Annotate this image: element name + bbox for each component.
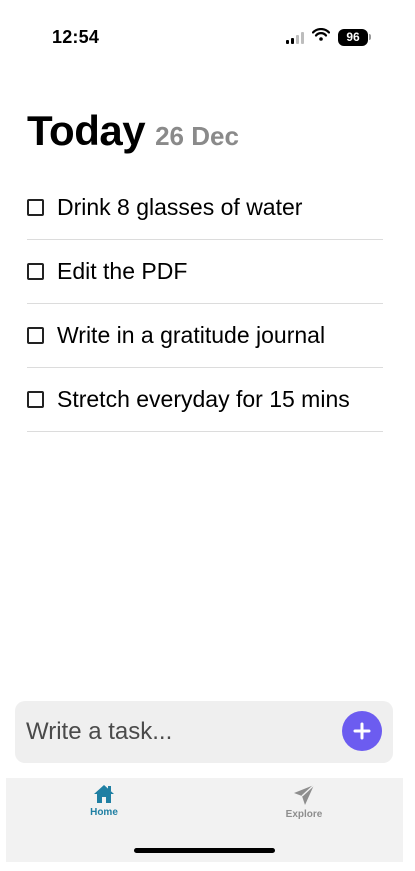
task-checkbox[interactable]: [27, 327, 44, 344]
task-input-bar: [15, 701, 393, 763]
page-title: Today: [27, 107, 146, 154]
task-input[interactable]: [26, 715, 326, 749]
status-time: 12:54: [52, 27, 100, 47]
task-label: Edit the PDF: [57, 258, 188, 284]
page-header: Today 26 Dec: [27, 107, 239, 155]
status-icons: 96: [286, 28, 371, 46]
status-bar: 12:54 96: [0, 0, 415, 60]
task-row[interactable]: Drink 8 glasses of water: [27, 176, 383, 240]
wifi-icon: [311, 28, 331, 46]
task-row[interactable]: Stretch everyday for 15 mins: [27, 368, 383, 432]
task-checkbox[interactable]: [27, 263, 44, 280]
task-label: Drink 8 glasses of water: [57, 194, 303, 220]
send-icon: [294, 784, 315, 805]
home-indicator: [134, 848, 275, 853]
task-label: Write in a gratitude journal: [57, 322, 326, 348]
tab-label-home: Home: [90, 807, 118, 818]
tab-home[interactable]: Home: [64, 784, 144, 818]
add-task-button[interactable]: [342, 711, 382, 751]
task-row[interactable]: Write in a gratitude journal: [27, 304, 383, 368]
home-icon: [94, 785, 114, 803]
signal-icon: [286, 31, 304, 44]
task-list: Drink 8 glasses of water Edit the PDF Wr…: [27, 176, 383, 432]
page-date: 26 Dec: [155, 121, 239, 151]
tab-explore[interactable]: Explore: [264, 784, 344, 820]
task-label: Stretch everyday for 15 mins: [57, 386, 350, 412]
battery-icon: 96: [338, 28, 371, 46]
task-checkbox[interactable]: [27, 391, 44, 408]
plus-icon: [353, 722, 371, 740]
battery-level: 96: [338, 28, 368, 46]
tab-label-explore: Explore: [285, 809, 323, 820]
task-row[interactable]: Edit the PDF: [27, 240, 383, 304]
task-checkbox[interactable]: [27, 199, 44, 216]
